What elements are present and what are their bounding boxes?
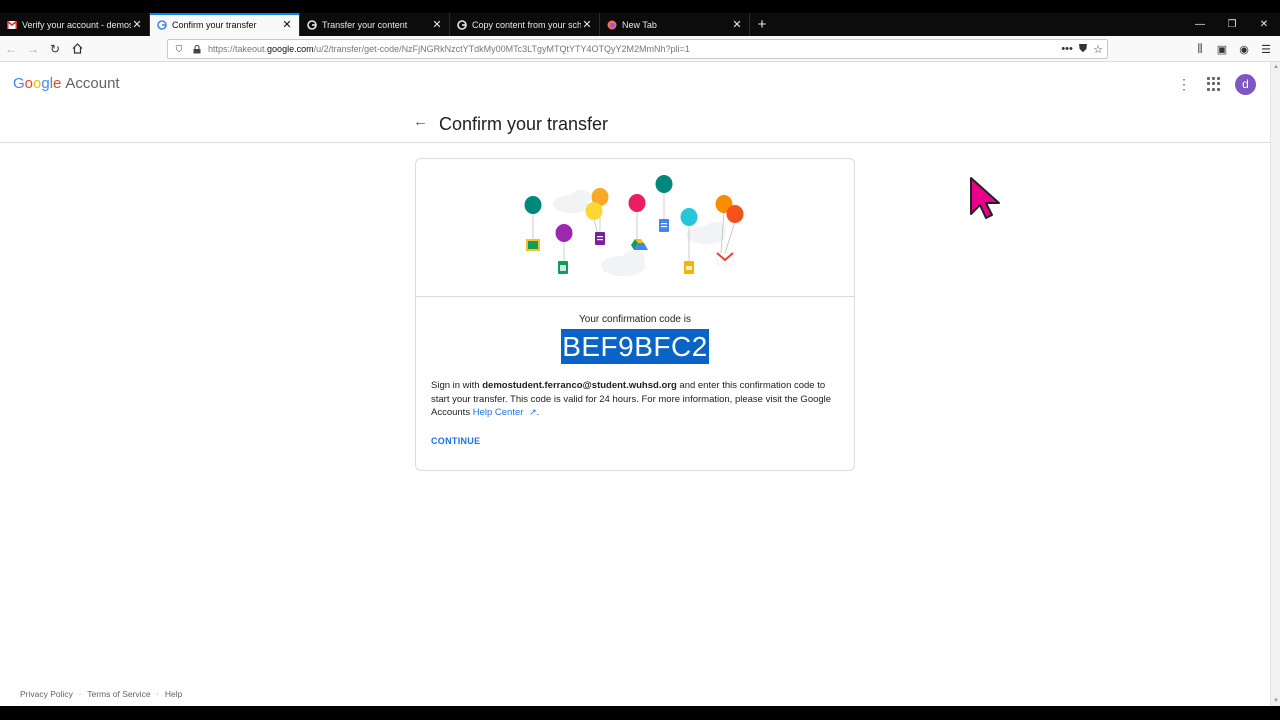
- instructions-text: Sign in with demostudent.ferranco@studen…: [431, 380, 832, 418]
- scrollbar[interactable]: ▲ ▼: [1270, 62, 1280, 706]
- minimize-icon[interactable]: —: [1184, 13, 1216, 36]
- tab-title: Transfer your content: [322, 19, 408, 30]
- home-icon[interactable]: [66, 38, 88, 60]
- external-link-icon[interactable]: ↗: [529, 407, 537, 417]
- window-controls: — ❐ ✕: [1184, 13, 1280, 36]
- account-email: demostudent.ferranco@student.wuhsd.org: [482, 380, 677, 391]
- footer-separator: ·: [156, 690, 159, 698]
- confirmation-code-label: Your confirmation code is: [579, 314, 691, 325]
- navigation-toolbar: ← → ↻ ⛉ https://takeout.google.com/u/2/t…: [0, 36, 1280, 62]
- back-icon[interactable]: ←: [0, 38, 22, 60]
- tab-new-tab[interactable]: New Tab ✕: [600, 13, 750, 36]
- tab-strip: Verify your account - demostu ✕ Confirm …: [0, 13, 1280, 36]
- mouse-pointer-icon: [970, 177, 1000, 219]
- footer: Privacy Policy · Terms of Service · Help: [20, 689, 182, 699]
- terms-of-service-link[interactable]: Terms of Service: [87, 689, 150, 699]
- scroll-up-icon[interactable]: ▲: [1272, 64, 1280, 70]
- page-actions-icon[interactable]: •••: [1061, 43, 1073, 56]
- sidebar-icon[interactable]: ▣: [1214, 43, 1230, 56]
- footer-separator: ·: [78, 690, 82, 698]
- page-content: Google Account ⋮ d ← Confirm your transf…: [0, 62, 1270, 706]
- tab-title: Copy content from your schoo: [472, 19, 581, 30]
- more-options-icon[interactable]: ⋮: [1177, 76, 1191, 92]
- page-header: ← Confirm your transfer: [0, 106, 1270, 143]
- restore-icon[interactable]: ❐: [1216, 13, 1248, 36]
- menu-icon[interactable]: ☰: [1258, 43, 1274, 56]
- firefox-icon: [607, 20, 617, 30]
- confirmation-card: Your confirmation code is BEF9BFC2 Sign …: [415, 158, 855, 471]
- back-arrow-icon[interactable]: ←: [413, 114, 429, 130]
- google-icon: [307, 19, 317, 30]
- continue-button[interactable]: CONTINUE: [431, 436, 480, 446]
- library-icon[interactable]: ⫼: [1192, 43, 1208, 56]
- bookmark-star-icon[interactable]: ☆: [1093, 43, 1103, 56]
- tab-transfer-content[interactable]: Transfer your content ✕: [300, 13, 450, 36]
- tab-confirm-transfer[interactable]: Confirm your transfer ✕: [150, 13, 300, 36]
- google-account-header: Google Account ⋮ d: [0, 62, 1270, 106]
- shield-icon[interactable]: ⛉: [172, 42, 186, 56]
- close-tab-icon[interactable]: ✕: [731, 18, 743, 31]
- new-tab-button[interactable]: +: [750, 13, 774, 36]
- tab-title: Verify your account - demostu: [22, 19, 131, 30]
- google-icon: [457, 19, 467, 30]
- tab-verify-account[interactable]: Verify your account - demostu ✕: [0, 13, 150, 36]
- confirmation-code[interactable]: BEF9BFC2: [561, 329, 709, 364]
- url-text[interactable]: https://takeout.google.com/u/2/transfer/…: [208, 44, 1061, 54]
- google-icon: [157, 19, 167, 30]
- close-window-icon[interactable]: ✕: [1248, 13, 1280, 36]
- avatar[interactable]: d: [1235, 74, 1256, 95]
- taskbar-strip: [0, 706, 1280, 720]
- address-bar[interactable]: ⛉ https://takeout.google.com/u/2/transfe…: [167, 39, 1108, 59]
- help-link[interactable]: Help: [165, 689, 182, 699]
- privacy-policy-link[interactable]: Privacy Policy: [20, 689, 73, 699]
- google-account-logo[interactable]: Google Account: [13, 75, 120, 92]
- pocket-icon[interactable]: ⛊: [1079, 43, 1087, 56]
- google-apps-icon[interactable]: [1207, 77, 1221, 91]
- close-tab-icon[interactable]: ✕: [581, 18, 593, 31]
- gmail-icon: [7, 20, 17, 30]
- tab-title: New Tab: [622, 19, 657, 30]
- lock-icon[interactable]: [190, 42, 204, 56]
- page-title: Confirm your transfer: [439, 114, 609, 134]
- balloons-illustration: [416, 159, 854, 297]
- close-tab-icon[interactable]: ✕: [131, 18, 143, 31]
- account-icon[interactable]: ◉: [1236, 43, 1252, 56]
- help-center-link[interactable]: Help Center: [473, 407, 524, 418]
- reload-icon[interactable]: ↻: [44, 38, 66, 60]
- tab-title: Confirm your transfer: [172, 19, 257, 30]
- scroll-down-icon[interactable]: ▼: [1272, 698, 1280, 704]
- close-tab-icon[interactable]: ✕: [431, 18, 443, 31]
- close-tab-icon[interactable]: ✕: [281, 18, 293, 31]
- forward-icon[interactable]: →: [22, 38, 44, 60]
- tab-copy-content[interactable]: Copy content from your schoo ✕: [450, 13, 600, 36]
